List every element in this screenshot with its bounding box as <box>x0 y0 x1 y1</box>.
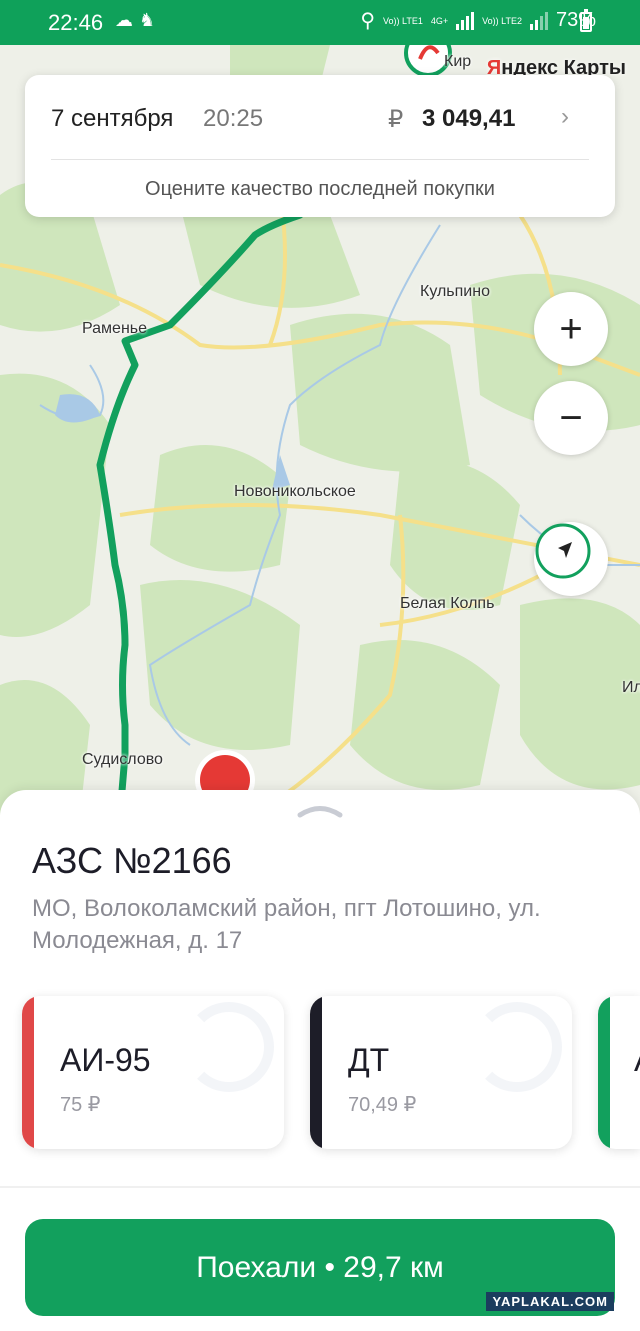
status-time: 22:46 <box>48 10 104 35</box>
sim2-label: Vo)) LTE2 <box>482 15 522 26</box>
navigation-arrow-icon <box>535 523 591 579</box>
purchase-date: 7 сентября <box>51 105 174 132</box>
map-label-ramenye: Раменье <box>82 320 148 337</box>
fuel-price: 75 ₽ <box>60 1094 101 1116</box>
signal-icon <box>456 11 475 30</box>
divider <box>0 1186 640 1188</box>
map-label-novonikolskoe: Новоникольское <box>234 483 356 500</box>
minus-icon: − <box>559 395 583 440</box>
sheet-handle-icon[interactable] <box>296 802 344 818</box>
fuel-card-ai95[interactable]: АИ-95 75 ₽ <box>22 996 284 1149</box>
map-label-kirillovo: Кир <box>444 53 472 70</box>
divider <box>51 159 589 160</box>
notification-icon: ♞ <box>139 10 162 30</box>
fuel-name: ДТ <box>348 1042 390 1078</box>
brand-watermark-icon <box>184 1002 274 1092</box>
map-label-sudislovo: Судислово <box>82 751 163 768</box>
location-icon: ⚲ <box>360 10 375 32</box>
net-type-label: 4G+ <box>430 15 449 26</box>
station-address: МО, Волоколамский район, пгт Лотошино, у… <box>32 895 541 954</box>
fuel-card-partial[interactable]: А <box>598 996 640 1149</box>
status-bar: 22:46 ☁♞ ⚲ Vo)) LTE1 4G+ Vo)) LTE2 73% <box>0 0 640 45</box>
station-bottom-sheet: АЗС №2166 МО, Волоколамский район, пгт Л… <box>0 790 640 1331</box>
site-watermark: YAPLAKAL.COM <box>486 1292 614 1311</box>
plus-icon: + <box>559 306 583 351</box>
map-label-belaya-kolp: Белая Колпь <box>400 595 495 612</box>
map-label-il: Ил <box>622 679 640 696</box>
my-location-button[interactable] <box>534 522 608 596</box>
zoom-in-button[interactable]: + <box>534 292 608 366</box>
signal-icon-2 <box>529 11 548 30</box>
purchase-time: 20:25 <box>203 105 264 132</box>
status-right: ⚲ Vo)) LTE1 4G+ Vo)) LTE2 73% <box>360 8 596 33</box>
status-notification-icons: ☁♞ <box>115 10 161 31</box>
rate-purchase-link[interactable]: Оцените качество последней покупки <box>25 178 615 201</box>
last-purchase-card[interactable]: 7 сентября 20:25 ₽ 3 049,41 › Оцените ка… <box>25 75 615 217</box>
cloud-icon: ☁ <box>115 10 139 30</box>
fuel-color-stripe <box>22 996 34 1149</box>
fuel-name: А <box>634 1042 640 1079</box>
fuel-card-dt[interactable]: ДТ 70,49 ₽ <box>310 996 572 1149</box>
brand-watermark-icon <box>472 1002 562 1092</box>
fuel-price: 70,49 ₽ <box>348 1094 417 1116</box>
purchase-amount: 3 049,41 <box>422 105 516 132</box>
fuel-color-stripe <box>598 996 610 1149</box>
fuel-name: АИ-95 <box>60 1042 151 1078</box>
fuel-color-stripe <box>310 996 322 1149</box>
chevron-right-icon[interactable]: › <box>561 103 569 131</box>
map-label-kulpino: Кульпино <box>420 283 490 300</box>
zoom-out-button[interactable]: − <box>534 381 608 455</box>
battery-icon <box>580 9 592 32</box>
station-title: АЗС №2166 <box>32 840 232 881</box>
ruble-icon: ₽ <box>388 106 404 133</box>
sim1-label: Vo)) LTE1 <box>382 15 423 26</box>
